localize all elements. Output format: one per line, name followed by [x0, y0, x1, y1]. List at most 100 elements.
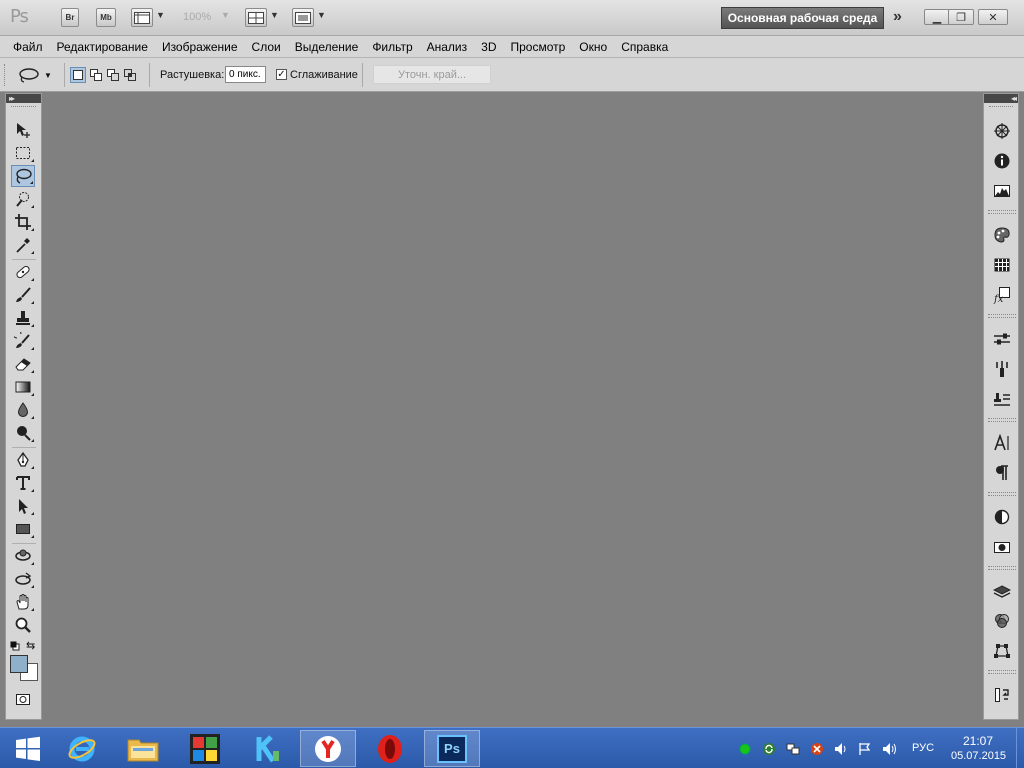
paths-panel-button[interactable]: [990, 640, 1014, 662]
blur-tool[interactable]: [11, 399, 35, 421]
adjustments-panel-button[interactable]: [990, 328, 1014, 350]
path-selection-tool[interactable]: [11, 495, 35, 517]
yandex-browser-taskbar-button[interactable]: [300, 730, 356, 767]
launch-bridge-button[interactable]: Br: [61, 8, 79, 27]
menu-window[interactable]: Окно: [572, 40, 614, 54]
input-language-indicator[interactable]: РУС: [912, 742, 934, 754]
menu-help[interactable]: Справка: [614, 40, 675, 54]
status-green-icon[interactable]: [738, 742, 752, 756]
minimize-button[interactable]: ▁: [924, 9, 950, 25]
launch-mini-bridge-button[interactable]: Mb: [96, 8, 116, 27]
feather-input[interactable]: [225, 66, 266, 83]
anti-alias-checkbox[interactable]: ✓: [276, 69, 287, 80]
eyedropper-tool[interactable]: [11, 234, 35, 256]
menu-3d[interactable]: 3D: [474, 40, 503, 54]
volume-control-icon[interactable]: [882, 742, 896, 756]
rectangle-tool[interactable]: [11, 518, 35, 540]
3d-rotate-tool[interactable]: [11, 545, 35, 567]
start-button[interactable]: [0, 730, 56, 767]
masks-panel-button[interactable]: [990, 358, 1014, 380]
spot-healing-brush-tool[interactable]: [11, 261, 35, 283]
options-bar-grip[interactable]: [4, 64, 6, 86]
history-panel-button[interactable]: [990, 684, 1014, 706]
menu-filter[interactable]: Фильтр: [365, 40, 419, 54]
add-to-selection-button[interactable]: [88, 67, 104, 83]
refine-edge-button[interactable]: Уточн. край...: [373, 65, 491, 84]
expand-panels-button[interactable]: ◂◂: [984, 94, 1018, 103]
quick-mask-button[interactable]: [11, 688, 35, 710]
pen-tool[interactable]: [11, 449, 35, 471]
close-button[interactable]: ✕: [978, 9, 1008, 25]
channels-panel-button[interactable]: [990, 610, 1014, 632]
kingsoft-taskbar-button[interactable]: [239, 730, 295, 767]
internet-explorer-taskbar-button[interactable]: [54, 730, 110, 767]
arrange-documents-button[interactable]: [245, 8, 267, 27]
gradient-tool[interactable]: [11, 376, 35, 398]
clone-source-panel-button[interactable]: [990, 388, 1014, 410]
brush-tool[interactable]: [11, 284, 35, 306]
quick-selection-tool[interactable]: [11, 188, 35, 210]
photoshop-taskbar-button[interactable]: Ps: [424, 730, 480, 767]
network-icon[interactable]: [786, 742, 800, 756]
opera-taskbar-button[interactable]: [362, 730, 418, 767]
panel-grip[interactable]: [11, 106, 36, 107]
styles-panel-button[interactable]: fx: [990, 284, 1014, 306]
volume-icon[interactable]: [834, 742, 848, 756]
eraser-tool[interactable]: [11, 353, 35, 375]
menu-image[interactable]: Изображение: [155, 40, 245, 54]
layers-panel-button[interactable]: [990, 580, 1014, 602]
collapse-panel-button[interactable]: ▸▸: [6, 94, 41, 103]
lasso-tool[interactable]: [11, 165, 35, 187]
intersect-selection-button[interactable]: [122, 67, 138, 83]
puzzle-app-taskbar-button[interactable]: [177, 730, 233, 767]
chevron-down-icon[interactable]: ▼: [317, 10, 326, 20]
navigator-panel-button[interactable]: [990, 120, 1014, 142]
color-panel-button[interactable]: [990, 224, 1014, 246]
character-panel-button[interactable]: [990, 432, 1014, 454]
clock-time[interactable]: 21:07: [963, 734, 993, 748]
histogram-panel-button[interactable]: [990, 180, 1014, 202]
zoom-level[interactable]: 100%: [183, 11, 211, 23]
paragraph-panel-button[interactable]: [990, 462, 1014, 484]
animation-panel-button[interactable]: [990, 536, 1014, 558]
flag-icon[interactable]: [858, 742, 872, 756]
view-extras-button[interactable]: [131, 8, 153, 27]
document-workspace[interactable]: [43, 93, 982, 720]
show-desktop-button[interactable]: [1016, 728, 1024, 768]
new-selection-button[interactable]: [70, 67, 86, 83]
screen-mode-button[interactable]: [292, 8, 314, 27]
panel-grip[interactable]: [989, 106, 1013, 107]
foreground-color-swatch[interactable]: [10, 655, 28, 673]
chevron-down-icon[interactable]: ▼: [270, 10, 279, 20]
swap-colors-button[interactable]: ⇆: [26, 639, 35, 652]
clone-stamp-tool[interactable]: [11, 307, 35, 329]
hand-tool[interactable]: [11, 591, 35, 613]
chevron-down-icon[interactable]: ▼: [156, 10, 165, 20]
subtract-from-selection-button[interactable]: [105, 67, 121, 83]
antivirus-icon[interactable]: [810, 742, 824, 756]
crop-tool[interactable]: [11, 211, 35, 233]
workspace-switcher[interactable]: Основная рабочая среда: [721, 7, 884, 29]
type-tool[interactable]: [11, 472, 35, 494]
menu-select[interactable]: Выделение: [288, 40, 366, 54]
menu-view[interactable]: Просмотр: [503, 40, 572, 54]
restore-button[interactable]: ❐: [948, 9, 974, 25]
default-colors-button[interactable]: [10, 640, 20, 651]
more-workspaces-button[interactable]: »: [893, 8, 902, 26]
rectangular-marquee-tool[interactable]: [11, 142, 35, 164]
clock-date[interactable]: 05.07.2015: [951, 750, 1006, 762]
network-sync-icon[interactable]: [762, 742, 776, 756]
chevron-down-icon[interactable]: ▼: [221, 10, 230, 20]
3d-orbit-tool[interactable]: [11, 568, 35, 590]
move-tool[interactable]: [11, 119, 35, 141]
file-explorer-taskbar-button[interactable]: [115, 730, 171, 767]
history-brush-tool[interactable]: [11, 330, 35, 352]
zoom-tool[interactable]: [11, 614, 35, 636]
brushes-panel-button[interactable]: [990, 506, 1014, 528]
menu-analysis[interactable]: Анализ: [420, 40, 475, 54]
dodge-tool[interactable]: [11, 422, 35, 444]
menu-edit[interactable]: Редактирование: [50, 40, 155, 54]
tool-preset-picker[interactable]: ▼: [18, 65, 58, 85]
swatches-panel-button[interactable]: [990, 254, 1014, 276]
info-panel-button[interactable]: [990, 150, 1014, 172]
